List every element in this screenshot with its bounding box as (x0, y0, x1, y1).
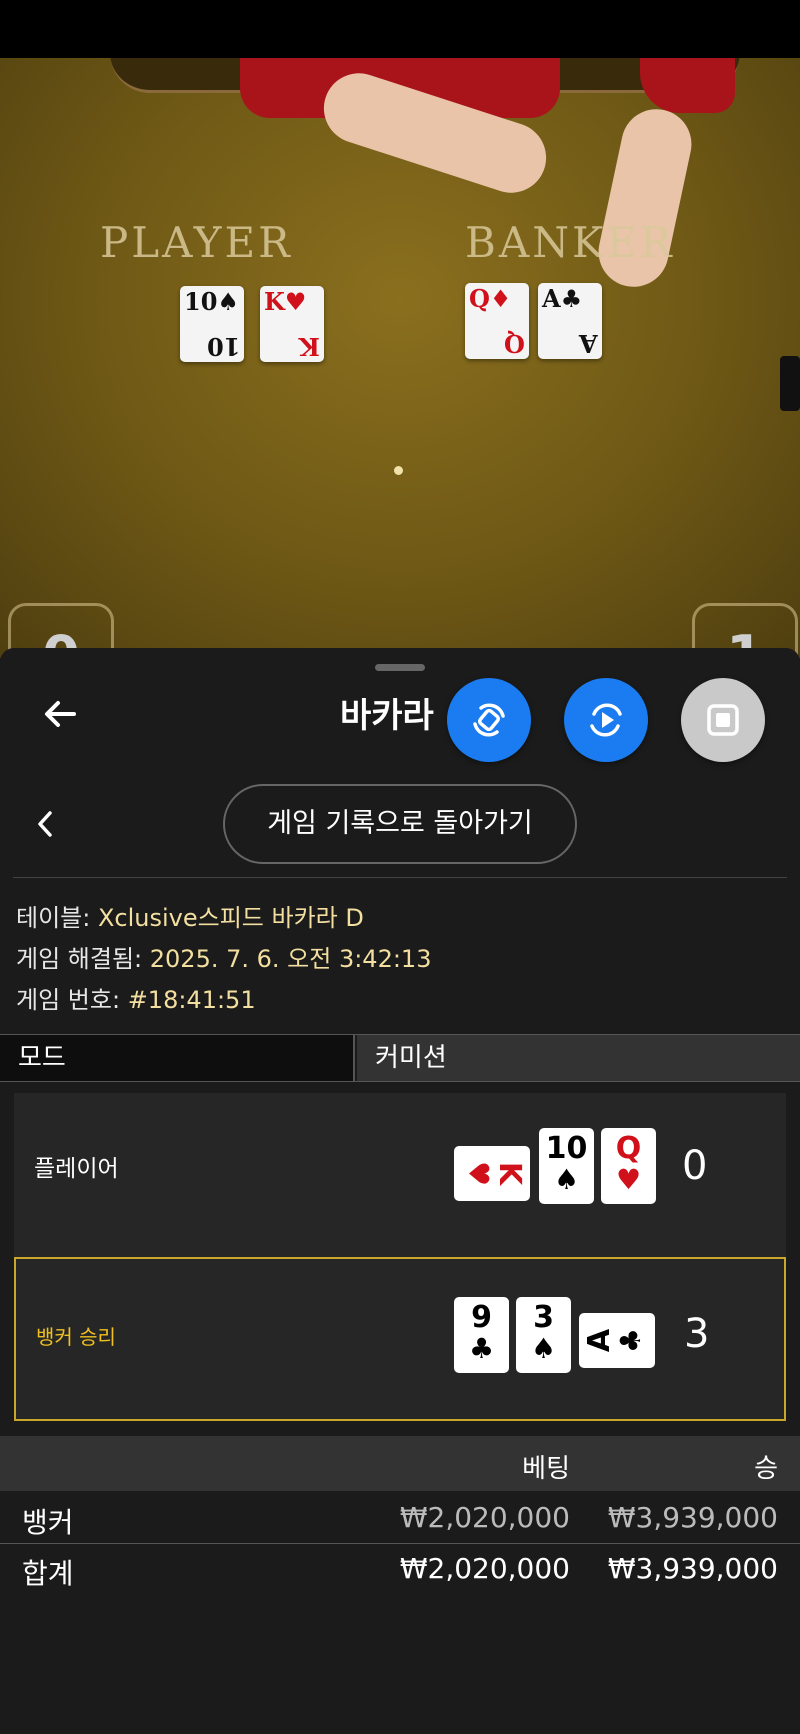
bets-table-header: 베팅 승 (0, 1436, 800, 1491)
playing-card: 9 ♣ (454, 1297, 509, 1373)
video-card: Q♦ Q (465, 283, 529, 359)
playing-card: K ♥ (454, 1146, 530, 1201)
player-hand: 플레이어 K ♥ 10 ♠ Q ♥ 0 (14, 1093, 786, 1257)
table-row: 뱅커 ₩2,020,000 ₩3,939,000 (0, 1493, 800, 1543)
total-bet: ₩2,020,000 (399, 1552, 570, 1585)
rotate-icon (473, 703, 505, 737)
stop-icon (707, 704, 739, 736)
total-label: 합계 (22, 1557, 74, 1590)
table-label: 테이블: (16, 904, 91, 932)
replay-play-icon (590, 703, 622, 737)
video-card: A♣ A (538, 283, 602, 359)
back-to-history-button[interactable]: 게임 기록으로 돌아가기 (223, 784, 577, 864)
table-player-label: PLAYER (100, 218, 293, 267)
player-hand-label: 플레이어 (34, 1156, 119, 1182)
banker-total: 3 (684, 1311, 710, 1357)
replay-button[interactable] (564, 678, 648, 762)
tab-commission[interactable]: 커미션 (357, 1035, 800, 1081)
banker-hand: 뱅커 승리 9 ♣ 3 ♠ A ♣ 3 (14, 1257, 786, 1421)
tab-mode[interactable]: 모드 (0, 1035, 355, 1081)
bet-name: 뱅커 (22, 1506, 74, 1539)
table-info: 테이블: Xclusive스피드 바카라 D (16, 898, 364, 933)
game-detail-panel: 바카라 게임 기록으로 돌아가기 테이블: Xclusive스피드 바카라 D … (0, 648, 800, 1734)
chevron-left-icon[interactable] (34, 808, 56, 848)
banker-win-label: 뱅커 승리 (36, 1325, 116, 1349)
live-video-feed: PLAYER BANKER 10♠ 10 K♥ K Q♦ Q A♣ A 0 1 (0, 58, 800, 658)
resolved-info: 게임 해결됨: 2025. 7. 6. 오전 3:42:13 (16, 939, 431, 974)
total-row: 합계 ₩2,020,000 ₩3,939,000 (0, 1544, 800, 1594)
bet-amount: ₩2,020,000 (399, 1501, 570, 1534)
dealer-sleeve (640, 58, 735, 113)
table-marker (394, 466, 403, 475)
divider (13, 877, 787, 878)
player-total: 0 (682, 1143, 708, 1189)
game-number-value: #18:41:51 (127, 986, 256, 1014)
table-value: Xclusive스피드 바카라 D (97, 904, 364, 932)
game-number-label: 게임 번호: (16, 986, 121, 1014)
playing-card: 10 ♠ (539, 1128, 594, 1204)
video-card: K♥ K (260, 286, 324, 362)
playing-card: Q ♥ (601, 1128, 656, 1204)
mode-tabs: 모드 커미션 (0, 1034, 800, 1082)
stop-button[interactable] (681, 678, 765, 762)
bet-column-header: 베팅 (522, 1454, 570, 1484)
resolved-value: 2025. 7. 6. 오전 3:42:13 (149, 945, 432, 973)
resolved-label: 게임 해결됨: (16, 945, 143, 973)
table-banker-label: BANKER (465, 218, 675, 267)
total-win: ₩3,939,000 (607, 1552, 778, 1585)
win-column-header: 승 (754, 1454, 778, 1484)
win-amount: ₩3,939,000 (607, 1501, 778, 1534)
page-title: 바카라 (340, 696, 434, 736)
chip-stack (780, 356, 800, 411)
game-number-info: 게임 번호: #18:41:51 (16, 980, 256, 1015)
video-card: 10♠ 10 (180, 286, 244, 362)
playing-card: A ♣ (579, 1313, 655, 1368)
playing-card: 3 ♠ (516, 1297, 571, 1373)
arrow-left-icon[interactable] (40, 694, 80, 734)
drag-handle[interactable] (375, 664, 425, 671)
status-bar (0, 0, 800, 58)
rotate-button[interactable] (447, 678, 531, 762)
